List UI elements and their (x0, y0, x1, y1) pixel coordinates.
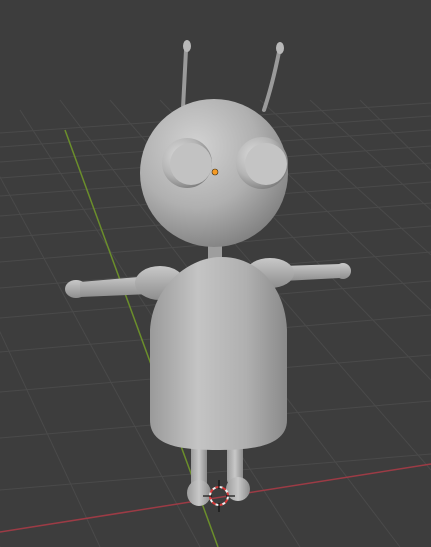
antenna-left[interactable] (181, 48, 188, 110)
antenna-right-tip[interactable] (276, 42, 284, 54)
x-axis-line (0, 463, 431, 533)
left-eye[interactable] (162, 138, 212, 188)
3d-viewport[interactable] (0, 0, 431, 547)
antenna-right[interactable] (262, 50, 281, 112)
viewport-scene[interactable] (0, 0, 431, 547)
antenna-left-tip[interactable] (183, 40, 191, 52)
robot-model[interactable] (65, 40, 351, 506)
body[interactable] (150, 256, 287, 450)
right-eye[interactable] (236, 137, 288, 189)
object-origin-dot[interactable] (211, 168, 219, 176)
